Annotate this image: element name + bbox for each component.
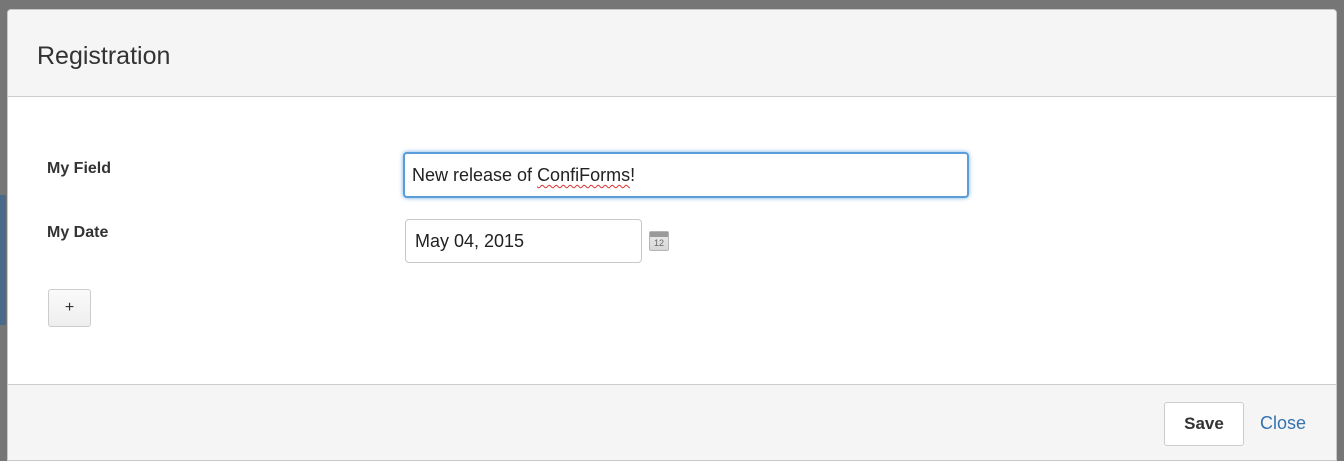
close-link[interactable]: Close [1260,413,1306,434]
my-field-input[interactable]: New release of ConfiForms! [403,152,969,198]
add-button[interactable]: + [48,289,91,327]
my-field-value-suffix: ! [630,165,636,185]
my-date-label: My Date [47,224,109,241]
calendar-icon-day: 12 [653,238,664,248]
my-field-value-misspelled: ConfiForms [537,165,631,185]
my-field-label: My Field [47,160,112,177]
dialog-footer: Save Close [8,384,1336,460]
my-date-input[interactable]: May 04, 2015 [405,219,642,263]
calendar-icon[interactable]: 12 [649,231,669,251]
my-field-value-prefix: New release of [412,165,538,185]
dialog-title: Registration [37,42,171,70]
backdrop-accent [0,195,6,325]
registration-dialog: Registration My Field New release of Con… [7,9,1337,461]
dialog-header: Registration [8,10,1336,97]
save-button[interactable]: Save [1164,402,1244,446]
